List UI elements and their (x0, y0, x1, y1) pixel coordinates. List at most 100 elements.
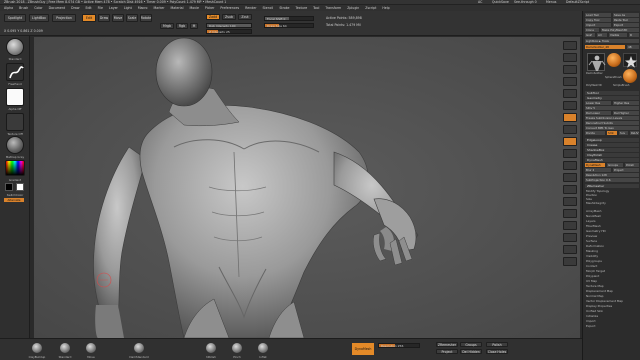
tool-list-item[interactable]: Unified Skin (586, 310, 603, 313)
current-tool-name[interactable]: DemoSoldier_48 (585, 45, 625, 49)
polish-bottom-button[interactable]: Polish (486, 342, 508, 347)
tool-list-item[interactable]: Morph Target (586, 270, 605, 273)
sdiv-slider[interactable]: SDiv 5 (585, 106, 639, 110)
del-higher-button[interactable]: Del Higher (613, 111, 639, 115)
claybuildup-brush-icon[interactable] (32, 343, 42, 353)
brush-thumbnail[interactable] (6, 38, 24, 56)
switch-color-label[interactable]: SwitchColor (2, 193, 28, 197)
tool-thumb-sphere[interactable] (607, 53, 621, 67)
rotate-icon[interactable] (563, 197, 577, 206)
zremesher-bottom-button[interactable]: ZRemesher (436, 342, 458, 347)
import-button[interactable]: Import (585, 23, 611, 27)
scale-icon[interactable] (563, 185, 577, 194)
claypolish-header[interactable]: ClayPolish (585, 153, 639, 157)
lightbox-button[interactable]: LightBox (29, 14, 49, 22)
menu-help[interactable]: Help (382, 6, 389, 10)
inflat-brush-icon[interactable] (258, 343, 268, 353)
menu-picker[interactable]: Picker (205, 6, 215, 10)
tool-list-item[interactable]: ArrayMesh (586, 210, 601, 213)
tool-list-item[interactable]: Vector Displacement Map (586, 300, 623, 303)
menu-movie[interactable]: Movie (189, 6, 198, 10)
tool-list-item[interactable]: Contact (586, 265, 597, 268)
see-through-slider[interactable]: See-through 0 (514, 0, 537, 4)
tool-list-item[interactable]: Layers (586, 220, 596, 223)
frame-icon[interactable] (563, 161, 577, 170)
menu-preferences[interactable]: Preferences (220, 6, 239, 10)
ghost-icon[interactable] (563, 233, 577, 242)
bpr-icon[interactable] (563, 41, 577, 50)
freeze-subdiv-button[interactable]: Freeze SubDivision Levels (585, 116, 639, 120)
rgb-intensity-slider[interactable]: Rgb Intensity 100 (206, 23, 252, 28)
tool-list-item[interactable]: Preview (586, 235, 597, 238)
z-intensity-slider[interactable]: Z Intensity 25 (206, 29, 252, 34)
focal-shift-slider[interactable]: Focal Shift 0 (264, 16, 314, 21)
tool-list-item[interactable]: Polygroups (586, 260, 602, 263)
r-button[interactable]: R (629, 33, 639, 37)
draw-size-slider[interactable]: Draw Size 64 (264, 23, 314, 28)
color-picker[interactable] (5, 160, 25, 176)
move-button[interactable]: Move (112, 14, 124, 22)
bottom-resolution-slider[interactable]: Resolution 256 (378, 343, 420, 348)
project-bottom-button[interactable]: Project (436, 349, 458, 354)
smt-button[interactable]: Smt (607, 131, 617, 135)
zadd-button[interactable]: Zadd (206, 14, 220, 20)
primary-color-swatch[interactable] (16, 183, 24, 191)
del-lower-button[interactable]: Del Lower (585, 111, 611, 115)
rotate-button[interactable]: Rotate (140, 14, 152, 22)
hpolish-brush-icon[interactable] (206, 343, 216, 353)
export-button[interactable]: Export (613, 23, 639, 27)
tool-list-item[interactable]: Normal Map (586, 295, 603, 298)
make-polymesh-button[interactable]: Make PolyMesh3D (601, 28, 639, 32)
menu-layer[interactable]: Layer (109, 6, 118, 10)
tool-list-item[interactable]: Display Properties (586, 305, 612, 308)
menu-draw[interactable]: Draw (71, 6, 79, 10)
zremesher-header[interactable]: ZRemesher (585, 184, 639, 188)
all-button[interactable]: All (597, 33, 607, 37)
edgeloop-header[interactable]: EdgeLoop (585, 138, 639, 142)
actual-icon[interactable] (563, 89, 577, 98)
persp-icon[interactable] (563, 113, 577, 122)
tool-list-item[interactable]: Deformation (586, 245, 604, 248)
lightbox-tools-button[interactable]: Lightbox ► Tools (585, 39, 639, 43)
xpose-icon[interactable] (563, 257, 577, 266)
tool-list-item[interactable]: Masking (586, 250, 598, 253)
menu-marker[interactable]: Marker (154, 6, 165, 10)
reconstruct-subdiv-button[interactable]: Reconstruct Subdiv (585, 121, 639, 125)
lower-res-button[interactable]: Lower Res (585, 101, 611, 105)
divide-button[interactable]: Divide (585, 131, 605, 135)
tool-thumb-simple[interactable] (623, 53, 637, 68)
edit-button[interactable]: Edit (82, 14, 96, 22)
tool-list-item[interactable]: Surface (586, 240, 597, 243)
ac-button[interactable]: AC (478, 0, 482, 4)
subprojection-slider[interactable]: SubProjection 0.6 (585, 178, 639, 182)
load-tool-button[interactable]: Load Tool (585, 13, 611, 17)
menu-transform[interactable]: Transform (325, 6, 341, 10)
reuv-button[interactable]: ReUV (630, 131, 639, 135)
menu-material[interactable]: Material (171, 6, 184, 10)
draw-button[interactable]: Draw (98, 14, 110, 22)
rgb-button[interactable]: Rgb (176, 23, 188, 29)
paste-tool-button[interactable]: Paste Tool (613, 18, 639, 22)
save-as-button[interactable]: Save As (613, 13, 639, 17)
groups-bottom-button[interactable]: Groups (460, 342, 482, 347)
polyf-icon[interactable] (563, 209, 577, 218)
close-holes-bottom-button[interactable]: Close Holes (486, 349, 508, 354)
higher-res-button[interactable]: Higher Res (613, 101, 639, 105)
texture-thumbnail[interactable] (6, 113, 24, 131)
move-icon[interactable] (563, 173, 577, 182)
spotlight-button[interactable]: Spotlight (4, 14, 26, 22)
tool-list-item[interactable]: UV Map (586, 280, 597, 283)
menu-brush[interactable]: Brush (19, 6, 28, 10)
secondary-color-swatch[interactable] (5, 183, 13, 191)
clone-button[interactable]: Clone (585, 28, 599, 32)
dynamesh-groups-button[interactable]: Groups (607, 163, 623, 167)
dynamesh-polish-button[interactable]: Polish (625, 163, 639, 167)
tool-thumb-soldier[interactable] (587, 53, 606, 71)
mrgb-button[interactable]: Mrgb (160, 23, 174, 29)
menu-zscript[interactable]: Zscript (365, 6, 376, 10)
suv-button[interactable]: Suv (619, 131, 628, 135)
scroll-icon[interactable] (563, 65, 577, 74)
local-icon[interactable] (563, 137, 577, 146)
zcut-button[interactable]: Zcut (238, 14, 252, 20)
move-brush-icon[interactable] (86, 343, 96, 353)
